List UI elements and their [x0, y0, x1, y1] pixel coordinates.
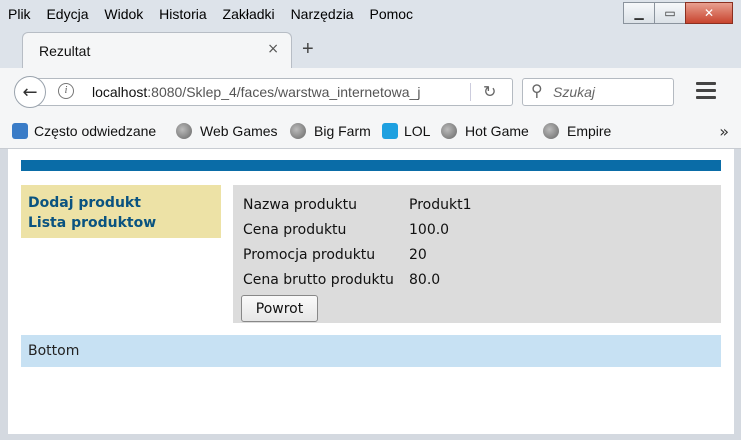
back-button[interactable]: ← — [14, 76, 46, 108]
window-frame-bottom — [0, 434, 741, 440]
menu: Plik Edycja Widok Historia Zakładki Narz… — [8, 6, 425, 22]
menu-plik[interactable]: Plik — [8, 6, 31, 22]
maximize-button[interactable]: ▭ — [654, 2, 686, 24]
field-label: Nazwa produktu — [243, 197, 358, 213]
product-promotion-row: Promocja produktu 20 — [243, 247, 427, 263]
field-label: Cena brutto produktu — [243, 272, 394, 288]
info-icon[interactable]: i — [58, 83, 74, 99]
reload-icon[interactable]: ↻ — [483, 82, 496, 101]
maximize-icon: ▭ — [664, 6, 676, 20]
menu-pomoc[interactable]: Pomoc — [369, 6, 413, 22]
url-bar[interactable]: i localhost:8080/Sklep_4/faces/warstwa_i… — [38, 78, 513, 106]
bookmark-label: Big Farm — [314, 123, 371, 139]
url-path: :8080/Sklep_4/faces/warstwa_internetowa_… — [147, 84, 421, 100]
url-separator — [470, 83, 471, 101]
bookmarks-bar: Często odwiedzane Web Games Big Farm LOL… — [0, 116, 741, 149]
close-window-button[interactable]: ✕ — [685, 2, 733, 24]
back-arrow-icon: ← — [22, 81, 38, 103]
product-price-row: Cena produktu 100.0 — [243, 222, 449, 238]
lol-icon — [382, 123, 398, 139]
new-tab-button[interactable]: + — [302, 38, 314, 61]
globe-icon — [543, 123, 559, 139]
product-details-panel: Nazwa produktu Produkt1 Cena produktu 100.… — [233, 185, 721, 323]
browser-window: Plik Edycja Widok Historia Zakładki Narz… — [0, 0, 741, 440]
field-value: 100.0 — [409, 222, 450, 238]
minimize-icon: ▁ — [634, 6, 644, 20]
close-icon: ✕ — [703, 6, 715, 20]
bookmark-folder-icon — [12, 123, 28, 139]
url-text[interactable]: localhost:8080/Sklep_4/faces/warstwa_int… — [92, 84, 442, 100]
bookmark-hot-game[interactable]: Hot Game — [441, 123, 529, 139]
bookmark-label: Często odwiedzane — [34, 123, 157, 139]
sidebar-item-dodaj-produkt[interactable]: Dodaj produkt — [28, 193, 221, 213]
menu-narzedzia[interactable]: Narzędzia — [291, 6, 354, 22]
window-frame-right — [734, 149, 741, 440]
menu-widok[interactable]: Widok — [104, 6, 143, 22]
field-value: Produkt1 — [409, 197, 472, 213]
window-controls: ▁ ▭ ✕ — [623, 2, 733, 24]
menu-edycja[interactable]: Edycja — [46, 6, 88, 22]
sidebar-item-lista-produktow[interactable]: Lista produktow — [28, 213, 221, 233]
bookmark-lol[interactable]: LOL — [382, 123, 430, 139]
search-placeholder: Szukaj — [553, 84, 596, 100]
tab-title: Rezultat — [39, 43, 91, 59]
bookmark-label: Web Games — [200, 123, 278, 139]
bookmark-empire[interactable]: Empire — [543, 123, 611, 139]
footer-text: Bottom — [28, 343, 80, 359]
page-header-bar — [21, 160, 721, 171]
field-label: Cena produktu — [243, 222, 347, 238]
bookmark-label: LOL — [404, 123, 431, 139]
hamburger-menu-icon[interactable] — [696, 82, 716, 103]
window-frame-left — [0, 149, 8, 440]
page-footer: Bottom — [21, 335, 721, 367]
product-name-row: Nazwa produktu Produkt1 — [243, 197, 471, 213]
url-host: localhost — [92, 84, 148, 100]
bookmark-web-games[interactable]: Web Games — [176, 123, 278, 139]
bookmark-big-farm[interactable]: Big Farm — [290, 123, 371, 139]
globe-icon — [290, 123, 306, 139]
globe-icon — [176, 123, 192, 139]
minimize-button[interactable]: ▁ — [623, 2, 655, 24]
menu-bar: Plik Edycja Widok Historia Zakładki Narz… — [0, 0, 741, 30]
menu-zakladki[interactable]: Zakładki — [223, 6, 275, 22]
product-gross-price-row: Cena brutto produktu 80.0 — [243, 272, 440, 288]
tab-strip: Rezultat × + — [0, 30, 741, 69]
more-bookmarks-chevron-icon[interactable]: » — [719, 122, 729, 141]
field-value: 20 — [409, 247, 427, 263]
sidebar-menu: Dodaj produkt Lista produktow — [21, 185, 221, 238]
search-input[interactable]: ⚲ Szukaj — [522, 78, 674, 106]
powrot-button[interactable]: Powrot — [241, 295, 318, 322]
bookmark-label: Empire — [567, 123, 612, 139]
globe-icon — [441, 123, 457, 139]
page-content: Dodaj produkt Lista produktow Nazwa prod… — [8, 149, 734, 434]
tab-close-icon[interactable]: × — [267, 41, 279, 57]
field-label: Promocja produktu — [243, 247, 376, 263]
search-icon: ⚲ — [531, 81, 543, 100]
tab-rezultat[interactable]: Rezultat × — [22, 32, 292, 69]
navigation-bar: i localhost:8080/Sklep_4/faces/warstwa_i… — [0, 68, 741, 116]
field-value: 80.0 — [409, 272, 441, 288]
bookmark-label: Hot Game — [465, 123, 529, 139]
menu-historia[interactable]: Historia — [159, 6, 206, 22]
bookmark-czesto-odwiedzane[interactable]: Często odwiedzane — [12, 123, 156, 139]
